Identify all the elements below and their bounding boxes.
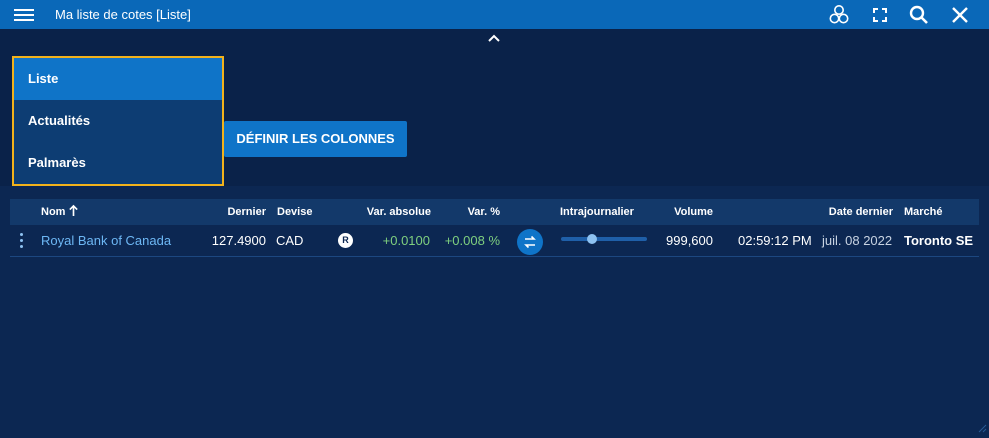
cell-heure: 02:59:12 PM xyxy=(738,233,812,248)
cell-date-dernier: juil. 08 2022 xyxy=(822,233,893,248)
cell-devise: CAD xyxy=(276,233,304,248)
intraday-position-marker xyxy=(586,234,597,244)
search-icon[interactable] xyxy=(908,4,930,26)
cell-marche: Toronto SE xyxy=(904,233,974,248)
column-header-var-absolue[interactable]: Var. absolue xyxy=(360,206,431,218)
menu-item-actualites[interactable]: Actualités xyxy=(14,100,222,142)
column-header-marche[interactable]: Marché xyxy=(904,206,943,218)
swap-arrows-icon[interactable] xyxy=(517,229,543,255)
close-icon[interactable] xyxy=(949,4,971,26)
column-header-devise[interactable]: Devise xyxy=(277,206,312,218)
cell-var-absolue: +0.0100 xyxy=(382,233,430,248)
cell-var-pct: +0.008 % xyxy=(444,233,500,248)
table-header: Nom Dernier Devise Var. absolue Var. % I… xyxy=(10,199,979,225)
realtime-badge: R xyxy=(338,233,353,248)
view-dropdown-menu: Liste Actualités Palmarès xyxy=(12,56,224,186)
column-header-nom[interactable]: Nom xyxy=(41,206,65,218)
chevron-up-icon[interactable] xyxy=(487,31,501,43)
column-header-var-pct[interactable]: Var. % xyxy=(450,206,500,218)
define-columns-button[interactable]: DÉFINIR LES COLONNES xyxy=(224,121,407,157)
row-menu-icon[interactable] xyxy=(20,233,24,249)
circles-icon[interactable] xyxy=(828,4,850,26)
intraday-range-bar xyxy=(561,237,647,241)
resize-grip-icon[interactable] xyxy=(977,420,987,433)
cell-volume: 999,600 xyxy=(666,233,713,248)
menu-item-palmares[interactable]: Palmarès xyxy=(14,142,222,184)
column-header-intrajournalier[interactable]: Intrajournalier xyxy=(560,206,634,218)
menu-item-liste[interactable]: Liste xyxy=(14,58,222,100)
column-header-date-dernier[interactable]: Date dernier xyxy=(810,206,893,218)
fullscreen-icon[interactable] xyxy=(869,4,891,26)
table-row[interactable]: Royal Bank of Canada 127.4900 CAD R +0.0… xyxy=(10,225,979,257)
column-header-dernier[interactable]: Dernier xyxy=(210,206,266,218)
cell-dernier: 127.4900 xyxy=(211,233,266,248)
security-name-link[interactable]: Royal Bank of Canada xyxy=(41,233,171,248)
sort-arrow-up-icon[interactable] xyxy=(68,204,79,220)
menu-icon[interactable] xyxy=(14,6,36,24)
window-title: Ma liste de cotes [Liste] xyxy=(55,7,191,22)
column-header-volume[interactable]: Volume xyxy=(660,206,713,218)
title-bar: Ma liste de cotes [Liste] xyxy=(0,0,989,29)
